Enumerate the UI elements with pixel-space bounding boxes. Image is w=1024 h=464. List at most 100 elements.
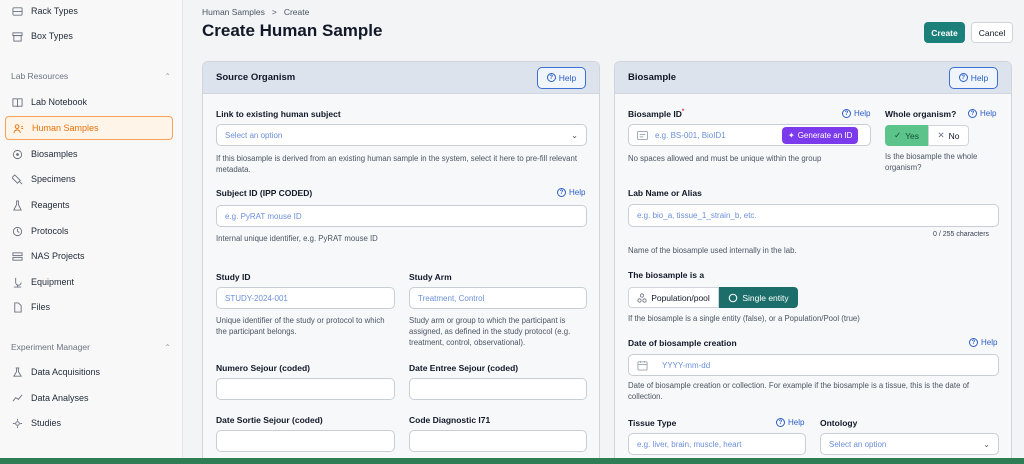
ontology-label: Ontology — [820, 418, 858, 428]
sidebar-item-label: NAS Projects — [31, 251, 85, 261]
bottom-status-strip — [0, 458, 1024, 464]
analysis-icon — [11, 392, 23, 404]
study-id-label: Study ID — [216, 272, 251, 282]
study-id-hint: Unique identifier of the study or protoc… — [216, 316, 385, 336]
sidebar-item-protocols[interactable]: Protocols — [5, 219, 173, 243]
book-icon — [11, 96, 23, 108]
studies-icon — [11, 417, 23, 429]
sidebar-item-data-analyses[interactable]: Data Analyses — [5, 386, 173, 410]
no-toggle[interactable]: ✕ No — [928, 125, 969, 146]
equipment-icon — [11, 276, 23, 288]
sidebar-section-lab-resources[interactable]: Lab Resources ⌃ — [11, 71, 171, 81]
section-label: Experiment Manager — [11, 342, 90, 352]
select-placeholder: Select an option — [225, 130, 283, 140]
sidebar-item-label: Biosamples — [31, 149, 78, 159]
link-subject-select[interactable]: Select an option ⌄ — [216, 124, 587, 146]
tissue-type-help[interactable]: ? Help — [776, 418, 804, 427]
lab-name-hint: Name of the biosample used internally in… — [628, 246, 797, 255]
input-placeholder: e.g. liver, brain, muscle, heart — [637, 439, 742, 449]
creation-date-input[interactable]: YYYY-mm-dd — [628, 354, 999, 376]
id-card-icon — [637, 130, 648, 140]
tissue-type-input[interactable]: e.g. liver, brain, muscle, heart — [628, 433, 806, 455]
date-sortie-input[interactable] — [216, 430, 395, 452]
lab-name-label: Lab Name or Alias — [628, 188, 702, 198]
group-icon — [637, 292, 647, 303]
sidebar-item-rack-types[interactable]: Rack Types — [5, 0, 173, 23]
breadcrumb-link[interactable]: Human Samples — [202, 7, 265, 17]
numero-sejour-input[interactable] — [216, 378, 395, 400]
study-arm-input[interactable]: Treatment, Control — [409, 287, 587, 309]
biosample-id-help[interactable]: ? Help — [842, 109, 870, 118]
sidebar-item-nas-projects[interactable]: NAS Projects — [5, 244, 173, 268]
generate-id-button[interactable]: ✦ Generate an ID — [782, 127, 859, 144]
person-icon — [12, 122, 24, 134]
sidebar-item-specimens[interactable]: Specimens — [5, 167, 173, 191]
sidebar-item-label: Rack Types — [31, 6, 78, 16]
date-entree-label: Date Entree Sejour (coded) — [409, 363, 519, 373]
biosample-id-hint: No spaces allowed and must be unique wit… — [628, 154, 822, 163]
sidebar-item-studies[interactable]: Studies — [5, 411, 173, 435]
input-placeholder: YYYY-mm-dd — [662, 360, 711, 370]
yes-toggle[interactable]: ✓ Yes — [885, 125, 928, 146]
help-icon: ? — [546, 73, 556, 82]
sidebar-item-label: Box Types — [31, 31, 73, 41]
subject-id-input[interactable]: e.g. PyRAT mouse ID — [216, 205, 587, 227]
help-icon: ? — [958, 73, 968, 82]
sidebar-item-equipment[interactable]: Equipment — [5, 270, 173, 294]
input-placeholder: e.g. BS-001, BioID1 — [655, 130, 726, 140]
panel-header: Source Organism ? Help — [203, 62, 599, 94]
input-placeholder: e.g. PyRAT mouse ID — [225, 211, 302, 221]
panel-title: Biosample — [628, 72, 677, 83]
lab-name-textarea[interactable]: e.g. bio_a, tissue_1_strain_b, etc. — [628, 204, 999, 227]
close-icon: ✕ — [937, 130, 945, 140]
toggle-label: Single entity — [742, 292, 789, 303]
sidebar-item-label: Lab Notebook — [31, 97, 88, 107]
create-button[interactable]: Create — [924, 22, 965, 43]
study-id-input[interactable]: STUDY-2024-001 — [216, 287, 395, 309]
sidebar-item-human-samples[interactable]: Human Samples — [5, 116, 173, 140]
help-icon: ? — [842, 109, 851, 118]
sidebar-item-label: Data Analyses — [31, 393, 89, 403]
date-entree-input[interactable] — [409, 378, 587, 400]
sidebar-section-experiment-manager[interactable]: Experiment Manager ⌃ — [11, 342, 171, 352]
sidebar-item-lab-notebook[interactable]: Lab Notebook — [5, 90, 173, 114]
toggle-label: Population/pool — [651, 292, 710, 303]
help-button[interactable]: ? Help — [949, 66, 998, 89]
single-entity-toggle[interactable]: Single entity — [719, 287, 798, 308]
help-icon: ? — [776, 418, 785, 427]
chevron-up-icon: ⌃ — [164, 342, 171, 352]
breadcrumb: Human Samples > Create — [202, 7, 309, 17]
biosample-icon — [11, 148, 23, 160]
breadcrumb-separator: > — [271, 7, 277, 17]
breadcrumb-current: Create — [283, 7, 310, 17]
check-icon: ✓ — [894, 130, 902, 140]
help-label: Help — [981, 338, 998, 347]
sidebar-item-biosamples[interactable]: Biosamples — [5, 142, 173, 166]
whole-organism-help[interactable]: ? Help — [968, 109, 996, 118]
biosample-id-label: Biosample ID* — [628, 109, 684, 119]
link-subject-label: Link to existing human subject — [216, 109, 341, 119]
help-icon: ? — [969, 338, 978, 347]
creation-date-hint: Date of biosample creation or collection… — [628, 381, 970, 401]
subject-id-help[interactable]: ? Help — [557, 188, 585, 197]
creation-date-help[interactable]: ? Help — [969, 338, 997, 347]
ontology-select[interactable]: Select an option ⌄ — [820, 433, 999, 455]
calendar-icon — [637, 360, 648, 371]
sidebar-item-data-acquisitions[interactable]: Data Acquisitions — [5, 360, 173, 384]
cancel-button[interactable]: Cancel — [971, 22, 1013, 43]
panel-header: Biosample ? Help — [615, 62, 1011, 94]
select-placeholder: Select an option — [829, 439, 887, 449]
date-sortie-label: Date Sortie Sejour (coded) — [216, 415, 323, 425]
sparkle-icon: ✦ — [788, 131, 795, 140]
help-button[interactable]: ? Help — [537, 66, 586, 89]
whole-organism-hint: Is the biosample the whole organism? — [885, 152, 978, 172]
sidebar-item-label: Reagents — [31, 200, 70, 210]
sidebar-item-box-types[interactable]: Box Types — [5, 24, 173, 48]
code-diagnostic-input[interactable] — [409, 430, 587, 452]
sidebar-item-reagents[interactable]: Reagents — [5, 193, 173, 217]
sidebar-item-files[interactable]: Files — [5, 295, 173, 319]
file-icon — [11, 301, 23, 313]
flask-icon — [11, 199, 23, 211]
toggle-label: No — [948, 130, 960, 141]
population-toggle[interactable]: Population/pool — [628, 287, 719, 308]
